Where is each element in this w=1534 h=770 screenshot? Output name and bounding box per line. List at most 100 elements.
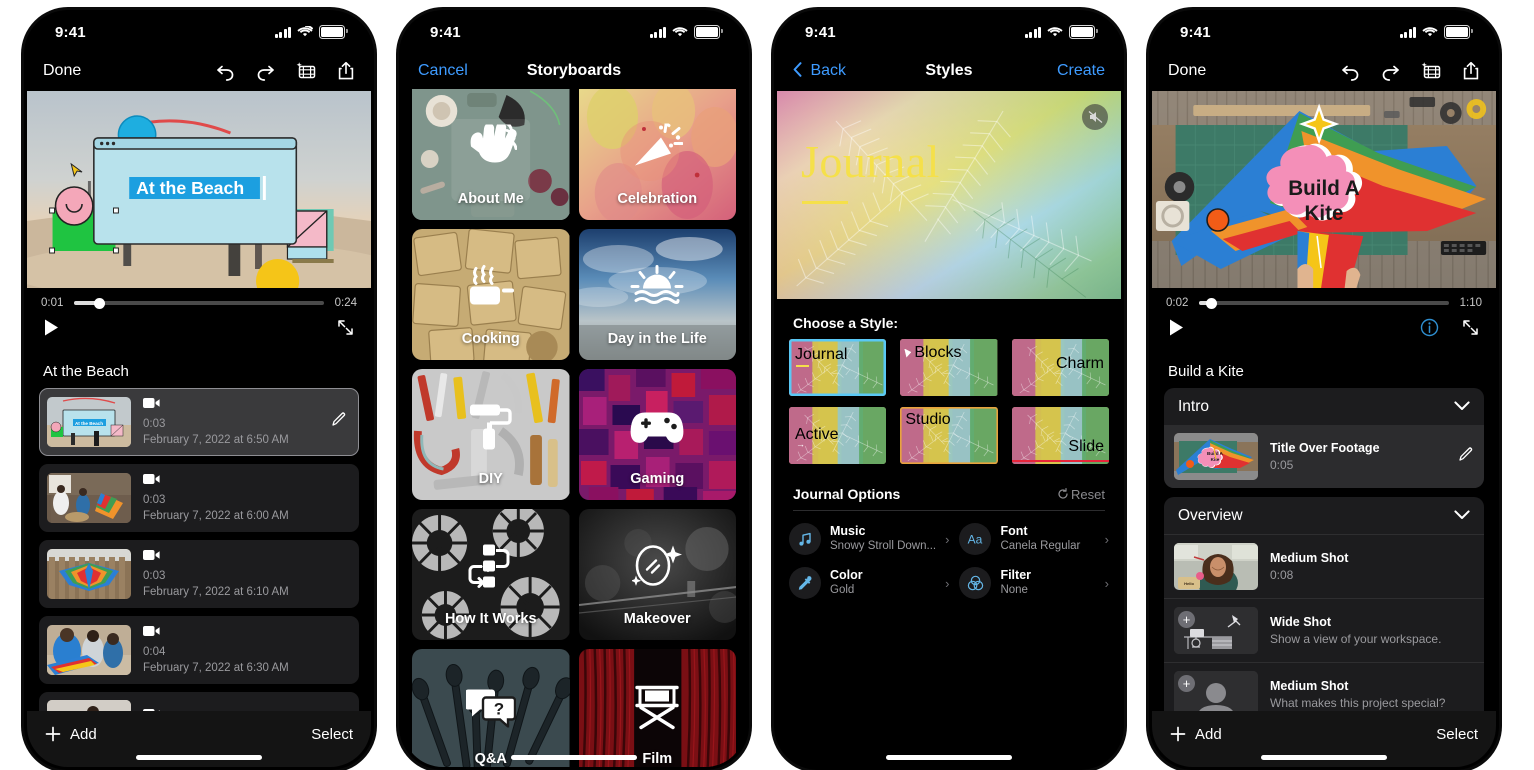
add-media-icon[interactable]: +	[1178, 675, 1195, 692]
project-title: At the Beach	[43, 363, 129, 380]
storyboard-grid[interactable]: About Me Celebration Cooking Day in the Lif…	[402, 89, 746, 767]
mute-icon[interactable]	[1082, 104, 1108, 130]
clip-list[interactable]: At the Beach 0:03 February 7, 2022 at 6:50…	[27, 388, 371, 759]
mirror-sparkle-icon	[631, 545, 683, 587]
storyboard-sections[interactable]: Intro Build A Kite Title Over Footage 0:05 Ov…	[1152, 388, 1496, 726]
scrub-track[interactable]	[1199, 297, 1449, 309]
home-indicator	[511, 755, 637, 760]
shot-row[interactable]: Hello Medium Shot 0:08	[1164, 534, 1484, 598]
scrub-knob[interactable]	[1206, 297, 1217, 309]
wifi-icon	[1422, 27, 1438, 37]
phone-4-screen: 9:41 Done Build A Kite 0:02 1:10 Build a…	[1152, 13, 1496, 767]
style-thumb-studio[interactable]: Studio	[900, 407, 998, 464]
add-button[interactable]: Add	[1170, 726, 1222, 743]
scrub-knob[interactable]	[93, 297, 105, 309]
style-preview[interactable]: Journal	[777, 91, 1121, 299]
clip-thumbnail[interactable]	[47, 473, 131, 524]
shot-subtitle: 0:08	[1270, 568, 1294, 583]
option-music[interactable]: Music Snowy Stroll Down... ›	[789, 523, 949, 555]
chevron-down-icon[interactable]	[1454, 398, 1470, 416]
create-button[interactable]: Create	[1057, 62, 1105, 80]
section-header[interactable]: Overview	[1164, 497, 1484, 534]
redo-icon[interactable]	[255, 62, 276, 81]
style-thumb-active[interactable]: Active →	[789, 407, 887, 464]
chevron-right-icon: ›	[945, 575, 950, 591]
video-preview[interactable]: At the Beach	[27, 91, 371, 288]
storyboard-card-makeover[interactable]: Makeover	[578, 509, 736, 640]
style-thumb-journal[interactable]: Journal	[789, 339, 887, 396]
clip-thumbnail[interactable]	[47, 549, 131, 600]
storyboard-card-day-in-the-life[interactable]: Day in the Life	[578, 229, 736, 360]
clip-row[interactable]: 0:03 February 7, 2022 at 6:00 AM	[39, 464, 359, 533]
shot-name: Medium Shot	[1270, 551, 1349, 566]
style-grid[interactable]: Journal Blocks Charm Active → Studio Slide	[777, 339, 1121, 464]
reset-button[interactable]: Reset	[1057, 487, 1105, 502]
magic-movie-icon[interactable]	[295, 61, 318, 81]
shot-row[interactable]: + Wide Shot Show a view of your workspace.	[1164, 598, 1484, 662]
storyboard-card-about-me[interactable]: About Me	[412, 89, 570, 220]
video-camera-icon	[143, 396, 318, 414]
storyboard-card-cooking[interactable]: Cooking	[412, 229, 570, 360]
clip-row[interactable]: 0:03 February 7, 2022 at 6:10 AM	[39, 540, 359, 609]
option-color[interactable]: Color Gold ›	[789, 567, 949, 599]
phone-1-scrubber[interactable]: 0:01 0:24	[27, 288, 371, 309]
play-button[interactable]	[43, 318, 60, 342]
redo-icon[interactable]	[1380, 62, 1401, 81]
shot-thumbnail[interactable]: Hello	[1174, 543, 1258, 590]
edit-shot-button[interactable]	[1457, 446, 1474, 468]
select-button[interactable]: Select	[1436, 726, 1478, 743]
clip-thumbnail[interactable]: At the Beach	[47, 397, 131, 448]
add-label: Add	[70, 725, 97, 743]
phone-4-scrubber[interactable]: 0:02 1:10	[1152, 288, 1496, 309]
storyboard-card-diy[interactable]: DIY	[412, 369, 570, 500]
style-label: Charm	[1055, 355, 1104, 372]
options-grid[interactable]: Music Snowy Stroll Down... › Aa Font Canela R…	[777, 511, 1121, 599]
section-header[interactable]: Intro	[1164, 388, 1484, 425]
undo-icon[interactable]	[215, 62, 236, 81]
scrub-track[interactable]	[74, 297, 324, 309]
add-button[interactable]: Add	[45, 726, 97, 743]
option-name: Filter	[1000, 568, 1032, 583]
storyboard-card-film[interactable]: Film	[578, 649, 736, 767]
option-font[interactable]: Aa Font Canela Regular ›	[959, 523, 1109, 555]
info-icon[interactable]	[1420, 318, 1439, 342]
phone-3-styles: 9:41 Back Styles Create Journal Choose a…	[774, 10, 1124, 770]
edit-clip-button[interactable]	[330, 411, 351, 433]
video-preview[interactable]: Build A Kite	[1152, 91, 1496, 288]
storyboard-card-celebration[interactable]: Celebration	[578, 89, 736, 220]
fullscreen-icon[interactable]	[1461, 318, 1480, 342]
done-button[interactable]: Done	[1168, 62, 1206, 80]
shot-thumbnail[interactable]: +	[1174, 607, 1258, 654]
chevron-down-icon[interactable]	[1454, 507, 1470, 525]
add-media-icon[interactable]: +	[1178, 611, 1195, 628]
storyboard-card-gaming[interactable]: Gaming	[578, 369, 736, 500]
shot-thumbnail[interactable]: Build A Kite	[1174, 433, 1258, 480]
clip-row[interactable]: 0:04 February 7, 2022 at 6:30 AM	[39, 616, 359, 685]
share-icon[interactable]	[1462, 61, 1480, 81]
edit-pencil-icon[interactable]	[330, 411, 347, 428]
back-button[interactable]: Back	[793, 62, 846, 80]
phone-1-screen: 9:41 Done At the Beach 0:01 0:24 At the …	[27, 13, 371, 767]
option-filter[interactable]: Filter None ›	[959, 567, 1109, 599]
style-thumb-charm[interactable]: Charm	[1011, 339, 1109, 396]
clip-thumbnail[interactable]	[47, 625, 131, 676]
style-thumb-slide[interactable]: Slide	[1011, 407, 1109, 464]
share-icon[interactable]	[337, 61, 355, 81]
cancel-button[interactable]: Cancel	[418, 62, 468, 80]
fullscreen-icon[interactable]	[336, 318, 355, 342]
current-time: 0:02	[1166, 297, 1189, 309]
shot-row[interactable]: Build A Kite Title Over Footage 0:05	[1164, 425, 1484, 488]
play-button[interactable]	[1168, 318, 1185, 342]
undo-icon[interactable]	[1340, 62, 1361, 81]
clip-row[interactable]: At the Beach 0:03 February 7, 2022 at 6:50…	[39, 388, 359, 457]
magic-movie-icon[interactable]	[1420, 61, 1443, 81]
project-title: Build a Kite	[1168, 363, 1244, 380]
blocks-mark-icon	[904, 348, 912, 358]
storyboard-label: Cooking	[461, 331, 520, 347]
select-button[interactable]: Select	[311, 726, 353, 743]
done-button[interactable]: Done	[43, 62, 81, 80]
style-thumb-blocks[interactable]: Blocks	[900, 339, 998, 396]
status-indicators	[1399, 25, 1473, 39]
storyboard-card-q-a[interactable]: ? Q&A	[412, 649, 570, 767]
storyboard-card-how-it-works[interactable]: How It Works	[412, 509, 570, 640]
